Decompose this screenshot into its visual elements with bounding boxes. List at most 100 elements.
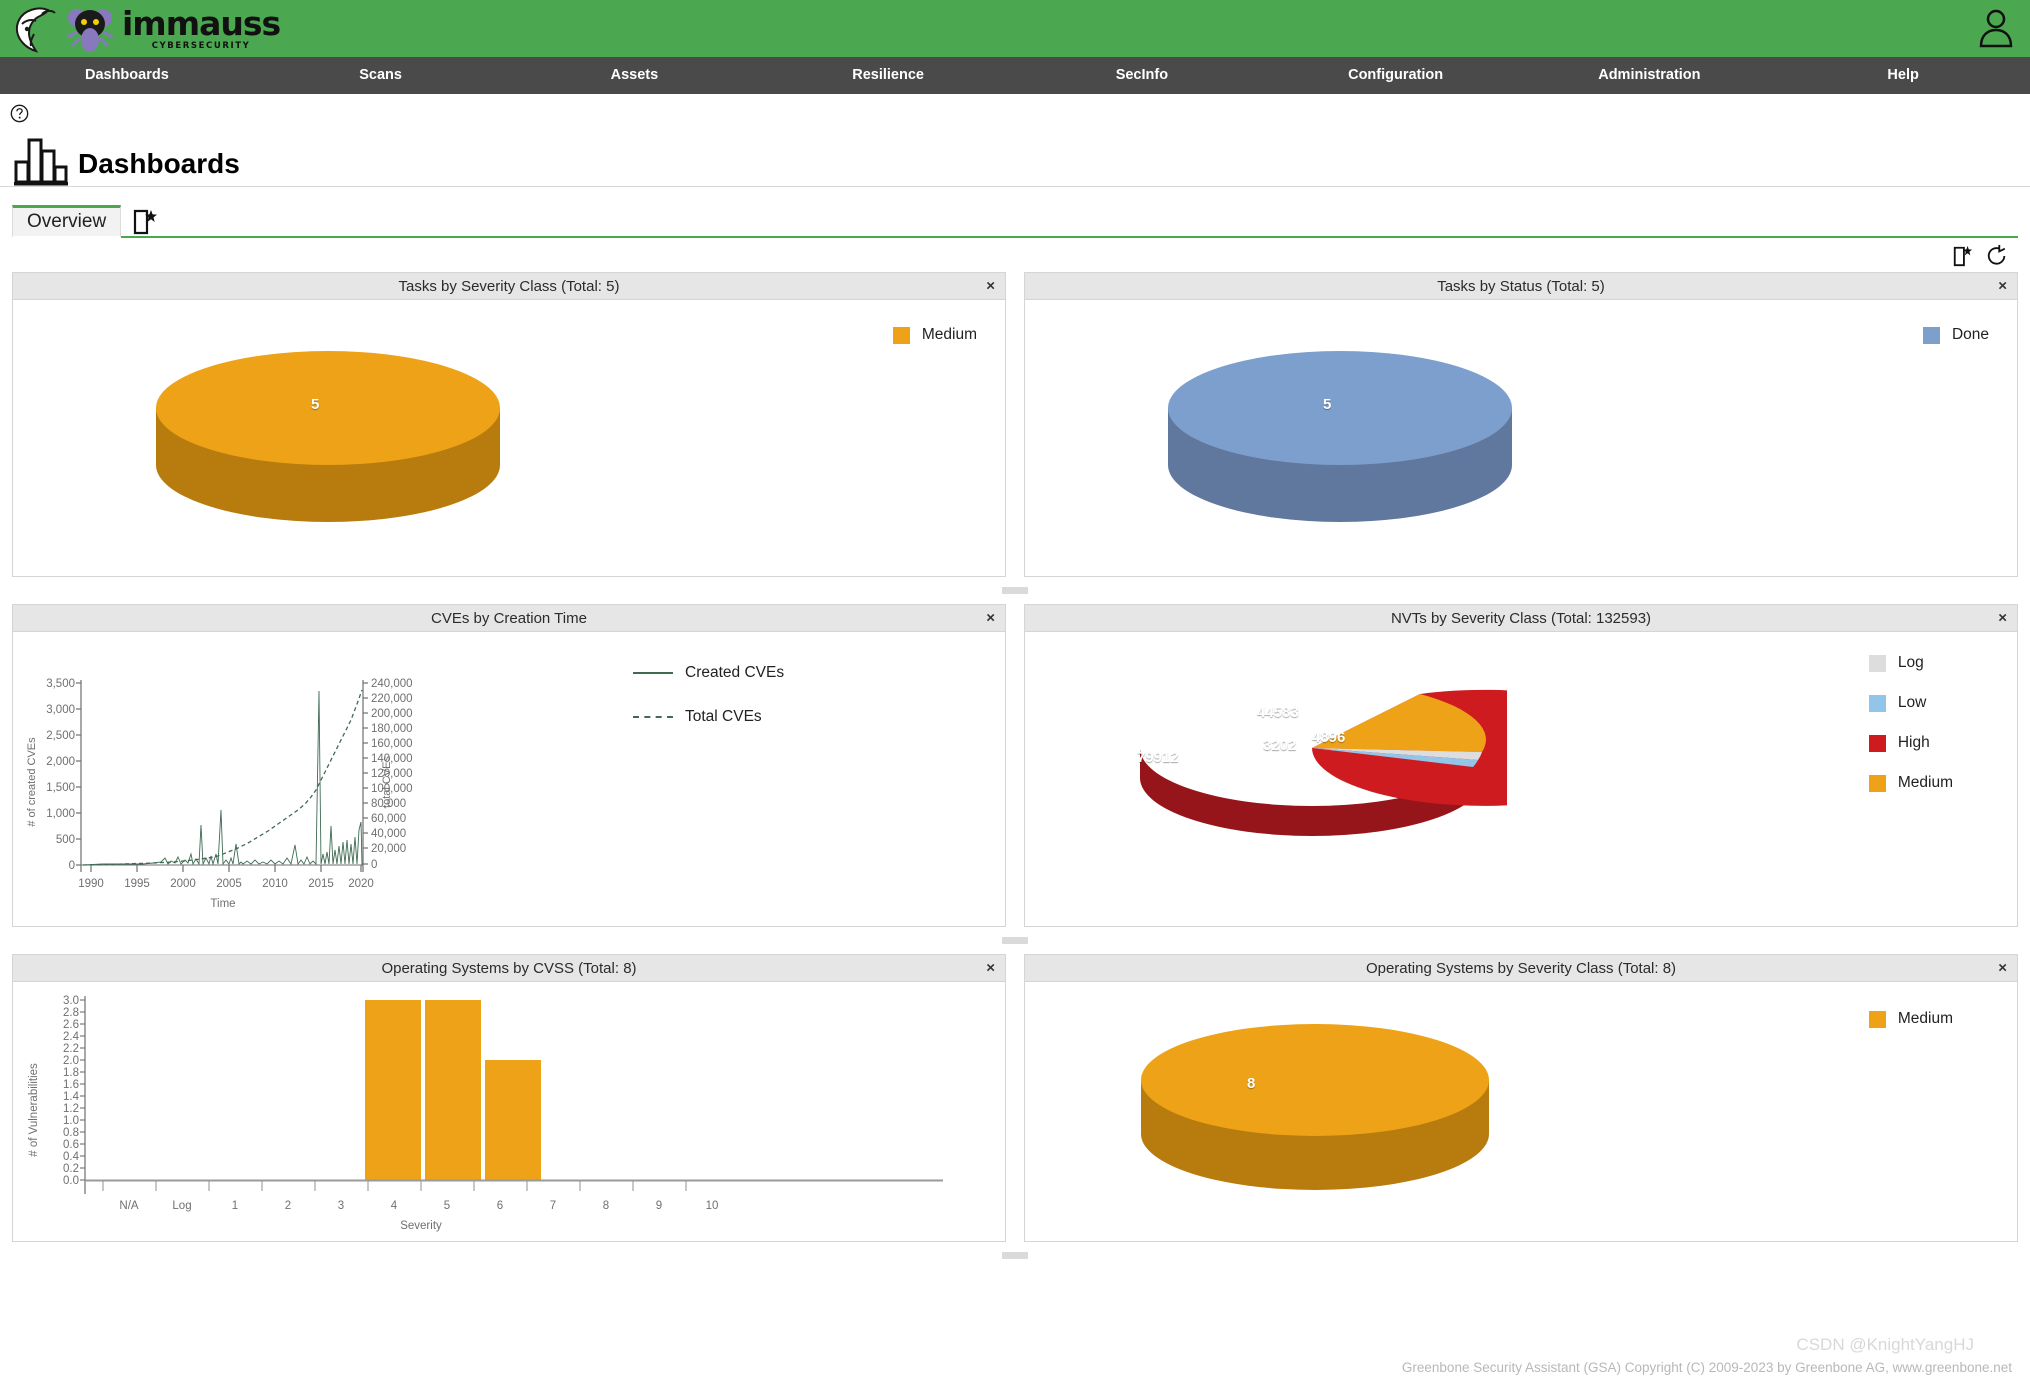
legend-item-medium[interactable]: Medium	[1868, 774, 1953, 792]
svg-text:60,000: 60,000	[371, 813, 406, 825]
legend-label: Medium	[1897, 1010, 1953, 1027]
new-dashboard-icon[interactable]	[131, 207, 159, 237]
nav-item-secinfo[interactable]: SecInfo	[1015, 57, 1269, 94]
user-icon[interactable]	[1978, 6, 2014, 48]
svg-text:8: 8	[603, 1200, 609, 1212]
help-row	[0, 94, 2030, 123]
close-icon[interactable]: ×	[1998, 611, 2007, 626]
pie-chart-os-severity[interactable]	[1137, 1014, 1507, 1209]
svg-text:0.6: 0.6	[63, 1139, 79, 1151]
nav-item-help[interactable]: Help	[1776, 57, 2030, 94]
help-circle-icon[interactable]	[10, 104, 29, 123]
svg-text:2,000: 2,000	[46, 756, 75, 768]
legend-item-medium[interactable]: Medium	[892, 326, 977, 344]
legend-item-created-cves[interactable]: Created CVEs	[633, 664, 784, 682]
card-cves-by-creation-time: CVEs by Creation Time × # of created CVE…	[12, 604, 1006, 927]
svg-text:160,000: 160,000	[371, 738, 413, 750]
brand-logo[interactable]: immauss CYBERSECURITY	[0, 0, 281, 57]
svg-text:0: 0	[69, 860, 75, 872]
svg-text:3.0: 3.0	[63, 995, 79, 1007]
tab-overview-label: Overview	[27, 211, 107, 232]
legend-item-total-cves[interactable]: Total CVEs	[633, 708, 784, 726]
close-icon[interactable]: ×	[986, 611, 995, 626]
pie-data-label-high: 79912	[1137, 749, 1179, 766]
row-resize-handle[interactable]	[1002, 587, 1028, 594]
svg-text:1990: 1990	[78, 878, 104, 890]
pie-chart-tasks-status[interactable]	[1165, 340, 1545, 535]
new-dashboard-icon[interactable]	[1952, 244, 1974, 268]
brand-name: immauss	[122, 3, 281, 43]
card-title: Tasks by Severity Class (Total: 5)	[398, 277, 620, 295]
close-icon[interactable]: ×	[1998, 961, 2007, 976]
card-header: Tasks by Severity Class (Total: 5) ×	[13, 273, 1005, 300]
nav-item-administration[interactable]: Administration	[1523, 57, 1777, 94]
page-title: Dashboards	[78, 148, 240, 179]
card-body: Log Low High Medium 44583 79912 3202 489…	[1025, 632, 2017, 926]
card-nvts-by-severity-class: NVTs by Severity Class (Total: 132593) ×…	[1024, 604, 2018, 927]
svg-text:2020: 2020	[348, 878, 374, 890]
svg-text:3,000: 3,000	[46, 704, 75, 716]
svg-text:1,500: 1,500	[46, 782, 75, 794]
horse-logo-icon	[15, 6, 56, 53]
nav-item-scans[interactable]: Scans	[254, 57, 508, 94]
line-chart-cves[interactable]: # of created CVEs total CVEs 3,500 3,000…	[13, 632, 993, 917]
card-header: Operating Systems by Severity Class (Tot…	[1025, 955, 2017, 982]
nav-item-assets[interactable]: Assets	[508, 57, 762, 94]
legend-item-medium[interactable]: Medium	[1868, 1010, 1953, 1028]
svg-text:1.4: 1.4	[63, 1091, 80, 1103]
legend-item-log[interactable]: Log	[1868, 654, 1953, 672]
svg-text:220,000: 220,000	[371, 693, 413, 705]
watermark: CSDN @KnightYangHJ	[1796, 1335, 1974, 1354]
card-title: CVEs by Creation Time	[431, 609, 587, 627]
pie-chart-tasks-severity[interactable]	[153, 340, 533, 535]
legend-label: Total CVEs	[685, 708, 762, 725]
bar-severity-4	[365, 1000, 421, 1180]
pie-chart-nvts-severity[interactable]	[1137, 660, 1507, 875]
svg-text:0.2: 0.2	[63, 1163, 79, 1175]
nav-item-dashboards[interactable]: Dashboards	[0, 57, 254, 94]
dashboard-tabbar: Overview	[12, 205, 2018, 238]
x-axis-ticks: N/A Log 1 2 3 4 5 6 7 8 9 10	[119, 1200, 718, 1212]
bar-severity-5	[425, 1000, 481, 1180]
card-header: CVEs by Creation Time ×	[13, 605, 1005, 632]
close-icon[interactable]: ×	[986, 961, 995, 976]
row-resize-handle[interactable]	[1002, 937, 1028, 944]
card-body: # of created CVEs total CVEs 3,500 3,000…	[13, 632, 1005, 926]
tab-overview[interactable]: Overview	[12, 205, 122, 238]
row-resize-handle-wrap	[12, 1252, 2018, 1259]
svg-text:2,500: 2,500	[46, 730, 75, 742]
pie-data-label: 5	[1323, 396, 1332, 413]
svg-text:240,000: 240,000	[371, 678, 413, 690]
row-resize-handle[interactable]	[1002, 1252, 1028, 1259]
close-icon[interactable]: ×	[1998, 279, 2007, 294]
legend-item-high[interactable]: High	[1868, 734, 1953, 752]
svg-text:120,000: 120,000	[371, 768, 413, 780]
legend-label: High	[1897, 734, 1930, 751]
refresh-icon[interactable]	[1986, 244, 2008, 268]
main-navigation: Dashboards Scans Assets Resilience SecIn…	[0, 57, 2030, 94]
chart-legend: Medium	[1868, 1010, 1953, 1028]
nav-item-configuration[interactable]: Configuration	[1269, 57, 1523, 94]
y-axis-ticks: 3.0 2.8 2.6 2.4 2.2 2.0 1.8 1.6 1.4 1.2 …	[63, 995, 80, 1187]
bars	[365, 1000, 541, 1180]
svg-text:2015: 2015	[308, 878, 334, 890]
legend-item-low[interactable]: Low	[1868, 694, 1953, 712]
card-body: Medium 5	[13, 300, 1005, 576]
svg-text:0: 0	[371, 859, 377, 871]
card-body: # of Vulnerabilities 3.0 2.8 2.6 2.4 2.2…	[13, 982, 1005, 1241]
card-title: NVTs by Severity Class (Total: 132593)	[1390, 609, 1652, 627]
card-title: Operating Systems by Severity Class (Tot…	[1365, 959, 1677, 977]
pie-data-label: 5	[311, 396, 320, 413]
legend-swatch	[1868, 654, 1886, 672]
nav-item-resilience[interactable]: Resilience	[761, 57, 1015, 94]
bar-chart-os-cvss[interactable]: # of Vulnerabilities 3.0 2.8 2.6 2.4 2.2…	[13, 982, 993, 1240]
svg-text:2010: 2010	[262, 878, 288, 890]
dashboard-row-2: CVEs by Creation Time × # of created CVE…	[12, 604, 2018, 927]
legend-swatch	[892, 326, 910, 344]
legend-swatch	[1868, 774, 1886, 792]
close-icon[interactable]: ×	[986, 279, 995, 294]
pie-data-label: 8	[1247, 1075, 1256, 1092]
brand-wordmark: immauss CYBERSECURITY	[122, 3, 281, 51]
footer-copyright: Greenbone Security Assistant (GSA) Copyr…	[1401, 1360, 2012, 1375]
legend-item-done[interactable]: Done	[1922, 326, 1989, 344]
